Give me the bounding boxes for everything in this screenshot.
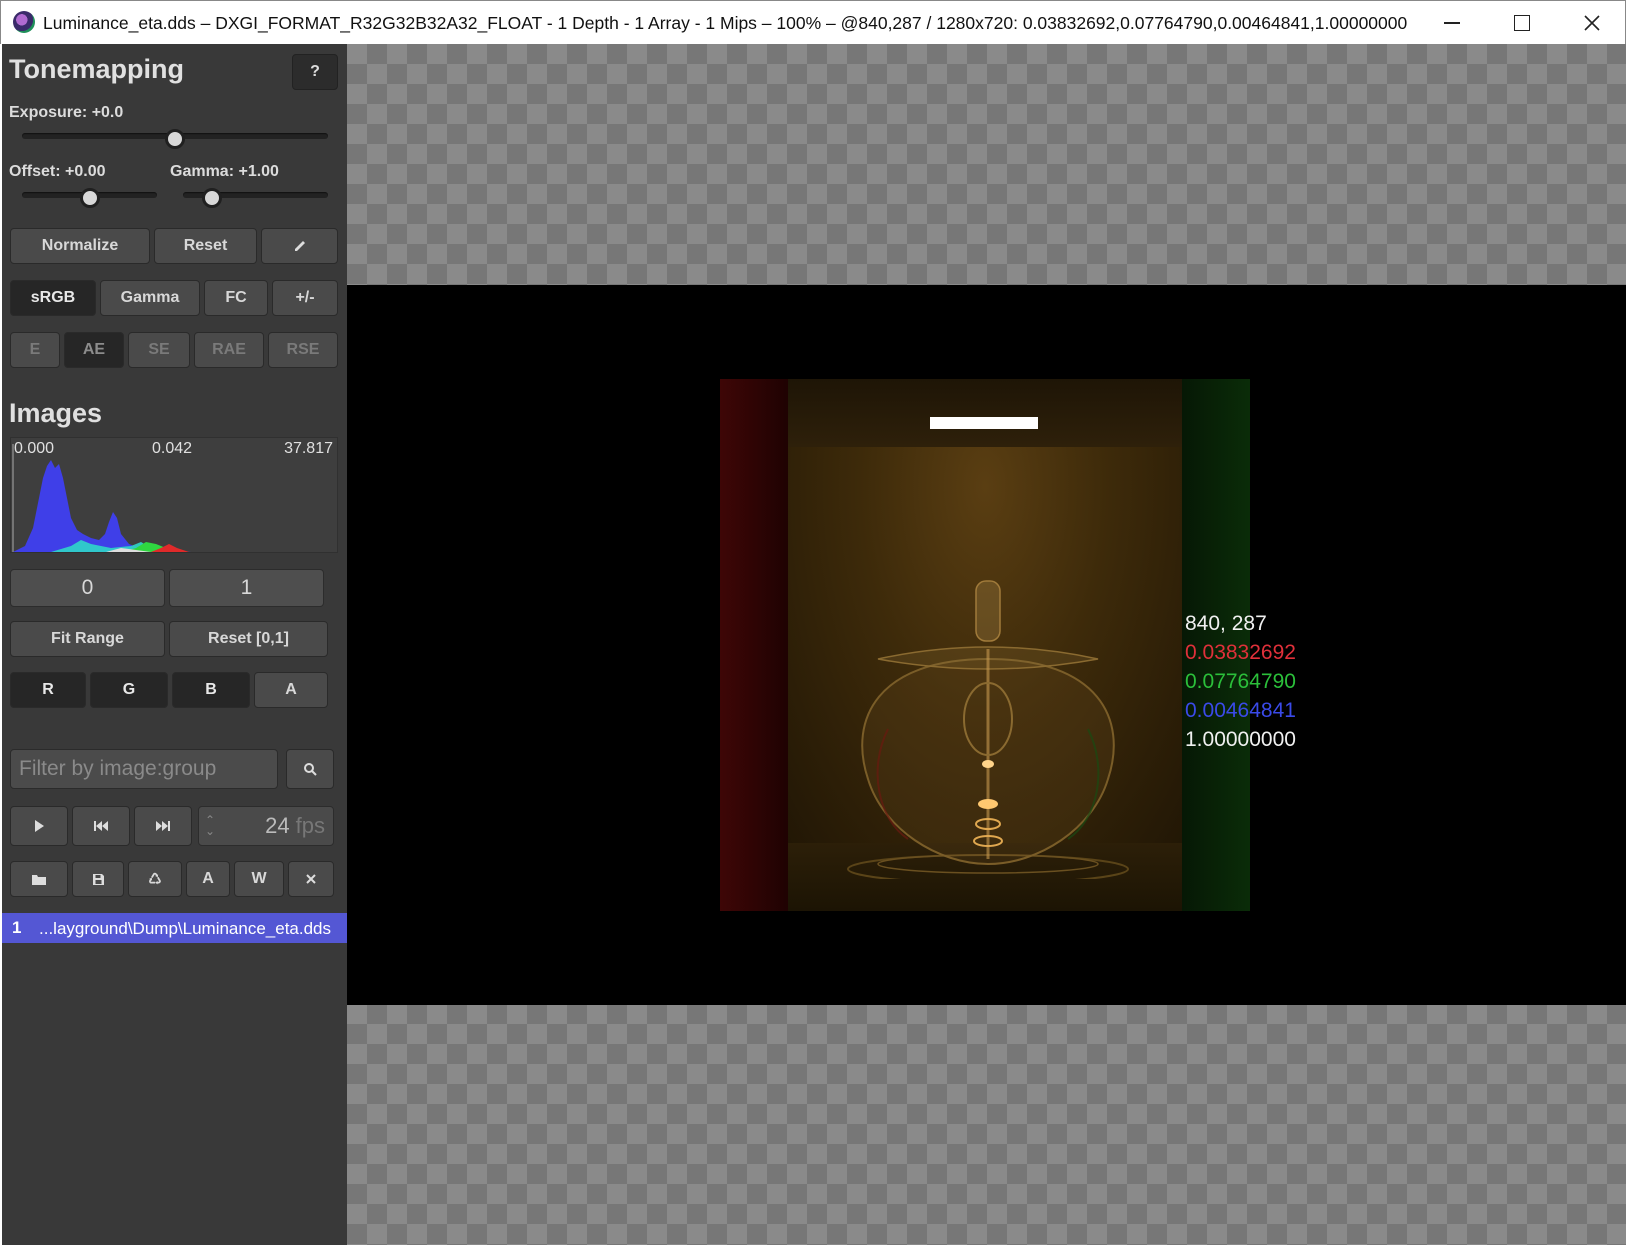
pixel-coordinates: 840, 287 (1185, 612, 1267, 635)
gamma-slider-knob[interactable] (202, 188, 222, 208)
search-icon (304, 763, 317, 776)
fit-range-button[interactable]: Fit Range (10, 621, 165, 657)
next-button[interactable] (134, 806, 192, 846)
image-canvas[interactable]: 840, 287 0.03832692 0.07764790 0.0046484… (347, 44, 1626, 1245)
mode-srgb-button[interactable]: sRGB (10, 280, 96, 316)
save-button[interactable] (72, 861, 124, 897)
metric-ae-button[interactable]: AE (64, 332, 124, 368)
metric-rse-button[interactable]: RSE (268, 332, 338, 368)
play-button[interactable] (10, 806, 68, 846)
exposure-label: Exposure: +0.0 (9, 104, 124, 121)
app-icon (13, 11, 35, 33)
channel-g-button[interactable]: G (90, 672, 168, 708)
fps-unit: fps (295, 813, 325, 838)
fps-value: 24 (265, 813, 290, 838)
metric-rae-button[interactable]: RAE (194, 332, 264, 368)
window-title: Luminance_eta.dds – DXGI_FORMAT_R32G32B3… (43, 13, 1408, 33)
folder-icon (32, 874, 46, 885)
pixel-alpha-value: 1.00000000 (1185, 728, 1296, 751)
image-list-item[interactable]: 1 ...layground\Dump\Luminance_eta.dds (2, 913, 347, 943)
histogram: 0.000 0.042 37.817 (10, 437, 338, 553)
gamma-slider[interactable] (183, 188, 328, 208)
channel-a-button[interactable]: A (254, 672, 328, 708)
close-image-button[interactable] (288, 861, 334, 897)
reset-tonemapping-button[interactable]: Reset (154, 228, 257, 264)
close-icon (1584, 15, 1600, 31)
tonemapping-title: Tonemapping (9, 54, 184, 84)
sidebar: Tonemapping ? Exposure: +0.0 Offset: +0.… (2, 44, 347, 1245)
mode-fc-button[interactable]: FC (204, 280, 268, 316)
open-folder-button[interactable] (10, 861, 68, 897)
pencil-icon (294, 241, 305, 251)
channel-b-button[interactable]: B (172, 672, 250, 708)
glass-teapot (847, 580, 1129, 879)
mode-plus-minus-button[interactable]: +/- (272, 280, 338, 316)
close-icon (306, 874, 316, 884)
histogram-plot (12, 444, 191, 552)
mode-gamma-button[interactable]: Gamma (100, 280, 200, 316)
normalize-button[interactable]: Normalize (10, 228, 150, 264)
minimize-button[interactable] (1417, 1, 1487, 45)
metric-se-button[interactable]: SE (128, 332, 190, 368)
pixel-green-value: 0.07764790 (1185, 670, 1296, 693)
reset-range-button[interactable]: Reset [0,1] (169, 621, 328, 657)
cornell-box-scene (720, 379, 1250, 911)
search-button[interactable] (286, 749, 334, 789)
window-title-bar: Luminance_eta.dds – DXGI_FORMAT_R32G32B3… (0, 0, 1626, 44)
filter-input[interactable]: Filter by image:group (10, 749, 278, 789)
offset-slider[interactable] (22, 188, 157, 208)
save-icon (92, 873, 104, 885)
skip-forward-icon (156, 821, 170, 831)
gamma-label: Gamma: +1.00 (170, 163, 279, 180)
maximize-button[interactable] (1487, 1, 1557, 45)
channel-r-button[interactable]: R (10, 672, 86, 708)
image-list-name: ...layground\Dump\Luminance_eta.dds (39, 919, 332, 938)
range-min-field[interactable]: 0 (10, 569, 165, 607)
range-max-field[interactable]: 1 (169, 569, 324, 607)
spinner-arrows-icon[interactable]: ⌃ ⌄ (205, 814, 215, 837)
images-title: Images (9, 398, 103, 428)
metric-e-button[interactable]: E (10, 332, 60, 368)
close-window-button[interactable] (1557, 1, 1627, 45)
rendered-image[interactable]: 840, 287 0.03832692 0.07764790 0.0046484… (347, 285, 1626, 1005)
exposure-slider-knob[interactable] (165, 129, 185, 149)
exposure-slider[interactable] (22, 129, 328, 149)
play-icon (35, 820, 44, 832)
pixel-red-value: 0.03832692 (1185, 641, 1296, 664)
watch-button[interactable]: W (234, 861, 284, 897)
ceiling-light (930, 417, 1038, 429)
reload-button[interactable]: ♺ (128, 861, 182, 897)
recycle-icon: ♺ (148, 871, 162, 888)
reload-all-button[interactable]: A (186, 861, 230, 897)
help-button[interactable]: ? (292, 54, 338, 90)
pixel-blue-value: 0.00464841 (1185, 699, 1296, 722)
skip-back-icon (94, 821, 108, 831)
previous-button[interactable] (72, 806, 130, 846)
image-list-index: 1 (12, 918, 22, 937)
offset-label: Offset: +0.00 (9, 163, 106, 180)
fps-field[interactable]: ⌃ ⌄ 24 fps (198, 806, 334, 846)
offset-slider-knob[interactable] (79, 188, 100, 208)
eyedropper-button[interactable] (261, 228, 338, 264)
pixel-value-overlay: 840, 287 0.03832692 0.07764790 0.0046484… (1185, 609, 1296, 754)
